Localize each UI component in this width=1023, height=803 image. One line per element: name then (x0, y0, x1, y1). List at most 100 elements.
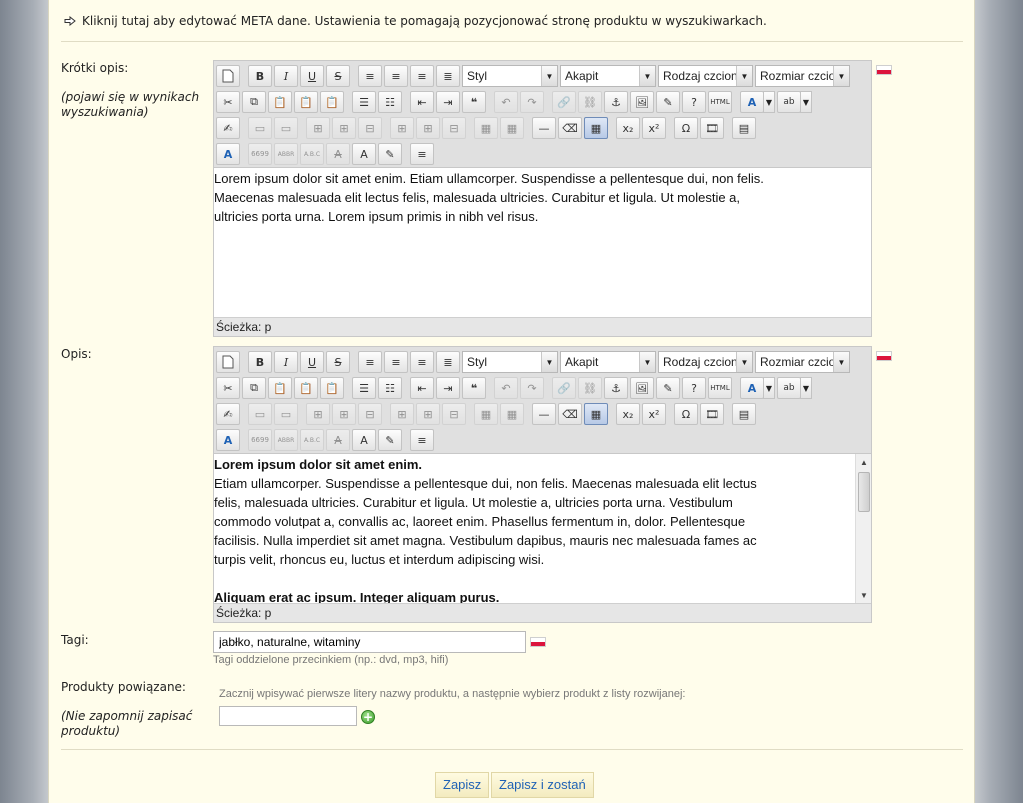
underline-icon[interactable]: U (300, 351, 324, 373)
bold-icon[interactable]: B (248, 65, 272, 87)
cleanup-icon[interactable]: ✎ (656, 91, 680, 113)
copy-icon[interactable]: ⧉ (242, 91, 266, 113)
paste-word-icon[interactable]: 📋 (320, 91, 344, 113)
table-row-props-icon[interactable]: ▭ (248, 403, 272, 425)
align-center-icon[interactable]: ≡ (384, 351, 408, 373)
insert-row-after-icon[interactable]: ⊞ (332, 403, 356, 425)
numbered-list-icon[interactable]: ☷ (378, 377, 402, 399)
insert-row-after-icon[interactable]: ⊞ (332, 117, 356, 139)
edit-css-icon[interactable]: ✍ (216, 117, 240, 139)
font-size-select[interactable]: Rozmiar czcionki ▼ (755, 351, 850, 373)
bullet-list-icon[interactable]: ☰ (352, 91, 376, 113)
html-source-icon[interactable]: HTML (708, 377, 732, 399)
add-icon[interactable]: + (361, 710, 375, 724)
undo-icon[interactable]: ↶ (494, 377, 518, 399)
image-icon[interactable]: 🖼 (630, 377, 654, 399)
strikethrough-icon[interactable]: S (326, 351, 350, 373)
indent-icon[interactable]: ⇥ (436, 377, 460, 399)
redo-icon[interactable]: ↷ (520, 377, 544, 399)
align-right-icon[interactable]: ≡ (410, 65, 434, 87)
insert-row-icon[interactable]: ⊞ (306, 117, 330, 139)
numbered-list-icon[interactable]: ☷ (378, 91, 402, 113)
paste-word-icon[interactable]: 📋 (320, 377, 344, 399)
style-select[interactable]: Styl ▼ (462, 65, 558, 87)
font-size-select[interactable]: Rozmiar czcionki ▼ (755, 65, 850, 87)
table-cell-props-icon[interactable]: ▭ (274, 117, 298, 139)
visual-aid-icon[interactable]: ▦ (584, 403, 608, 425)
delete-row-icon[interactable]: ⊟ (358, 403, 382, 425)
link-icon[interactable]: 🔗 (552, 91, 576, 113)
italic-icon[interactable]: I (274, 65, 298, 87)
indent-icon[interactable]: ⇥ (436, 91, 460, 113)
text-color-icon[interactable]: A (740, 377, 764, 399)
visualchars-icon[interactable]: ≡ (410, 143, 434, 165)
delete-col-icon[interactable]: ⊟ (442, 403, 466, 425)
insert-row-icon[interactable]: ⊞ (306, 403, 330, 425)
table-row-props-icon[interactable]: ▭ (248, 117, 272, 139)
abbr-icon[interactable]: ABBR (274, 429, 298, 451)
highlight-color-menu-icon[interactable]: ▼ (800, 91, 812, 113)
insert-col-icon[interactable]: ⊞ (390, 117, 414, 139)
visual-aid-icon[interactable]: ▦ (584, 117, 608, 139)
insert-col-icon[interactable]: ⊞ (390, 403, 414, 425)
media-icon[interactable]: 🎞 (700, 403, 724, 425)
media-icon[interactable]: 🎞 (700, 117, 724, 139)
related-product-input[interactable] (219, 706, 357, 726)
split-cells-icon[interactable]: ▦ (474, 403, 498, 425)
strikethrough-icon[interactable]: S (326, 65, 350, 87)
scroll-down-icon[interactable]: ▼ (856, 587, 871, 603)
italic-icon[interactable]: I (274, 351, 298, 373)
merge-cells-icon[interactable]: ▦ (500, 117, 524, 139)
superscript-icon[interactable]: x² (642, 403, 666, 425)
abbr-icon[interactable]: ABBR (274, 143, 298, 165)
help-icon[interactable]: ? (682, 91, 706, 113)
outdent-icon[interactable]: ⇤ (410, 377, 434, 399)
blockquote-icon[interactable]: ❝ (462, 91, 486, 113)
split-cells-icon[interactable]: ▦ (474, 117, 498, 139)
delete-row-icon[interactable]: ⊟ (358, 117, 382, 139)
paste-icon[interactable]: 📋 (268, 91, 292, 113)
insertion-icon[interactable]: A (352, 143, 376, 165)
format-select[interactable]: Akapit ▼ (560, 65, 656, 87)
subscript-icon[interactable]: x₂ (616, 403, 640, 425)
font-family-select[interactable]: Rodzaj czcionki ▼ (658, 65, 753, 87)
insert-col-after-icon[interactable]: ⊞ (416, 403, 440, 425)
description-content[interactable]: Lorem ipsum dolor sit amet enim. Etiam u… (214, 453, 871, 603)
align-right-icon[interactable]: ≡ (410, 351, 434, 373)
image-icon[interactable]: 🖼 (630, 91, 654, 113)
align-left-icon[interactable]: ≡ (358, 351, 382, 373)
special-char-icon[interactable]: Ω (674, 403, 698, 425)
attributes-icon[interactable]: ✎ (378, 143, 402, 165)
blockquote-icon[interactable]: ❝ (462, 377, 486, 399)
new-document-icon[interactable] (216, 351, 240, 373)
scroll-up-icon[interactable]: ▲ (856, 454, 871, 470)
styleprops-icon[interactable]: A (216, 143, 240, 165)
cut-icon[interactable]: ✂ (216, 91, 240, 113)
format-select[interactable]: Akapit ▼ (560, 351, 656, 373)
insert-col-after-icon[interactable]: ⊞ (416, 117, 440, 139)
save-button[interactable]: Zapisz (435, 772, 490, 798)
new-document-icon[interactable] (216, 65, 240, 87)
underline-icon[interactable]: U (300, 65, 324, 87)
paste-text-icon[interactable]: 📋 (294, 91, 318, 113)
unlink-icon[interactable]: ⛓ (578, 377, 602, 399)
copy-icon[interactable]: ⧉ (242, 377, 266, 399)
merge-cells-icon[interactable]: ▦ (500, 403, 524, 425)
text-color-icon[interactable]: A (740, 91, 764, 113)
font-family-select[interactable]: Rodzaj czcionki ▼ (658, 351, 753, 373)
align-center-icon[interactable]: ≡ (384, 65, 408, 87)
acronym-icon[interactable]: A.B.C (300, 143, 324, 165)
page-break-icon[interactable]: ▤ (732, 117, 756, 139)
bold-icon[interactable]: B (248, 351, 272, 373)
cleanup-icon[interactable]: ✎ (656, 377, 680, 399)
deletion-icon[interactable]: A (326, 429, 350, 451)
anchor-icon[interactable]: ⚓ (604, 91, 628, 113)
highlight-color-icon[interactable]: ab (777, 377, 801, 399)
insertion-icon[interactable]: A (352, 429, 376, 451)
short-desc-content[interactable]: Lorem ipsum dolor sit amet enim. Etiam u… (214, 167, 871, 317)
special-char-icon[interactable]: Ω (674, 117, 698, 139)
html-source-icon[interactable]: HTML (708, 91, 732, 113)
text-color-menu-icon[interactable]: ▼ (763, 377, 775, 399)
subscript-icon[interactable]: x₂ (616, 117, 640, 139)
save-and-stay-button[interactable]: Zapisz i zostań (491, 772, 594, 798)
